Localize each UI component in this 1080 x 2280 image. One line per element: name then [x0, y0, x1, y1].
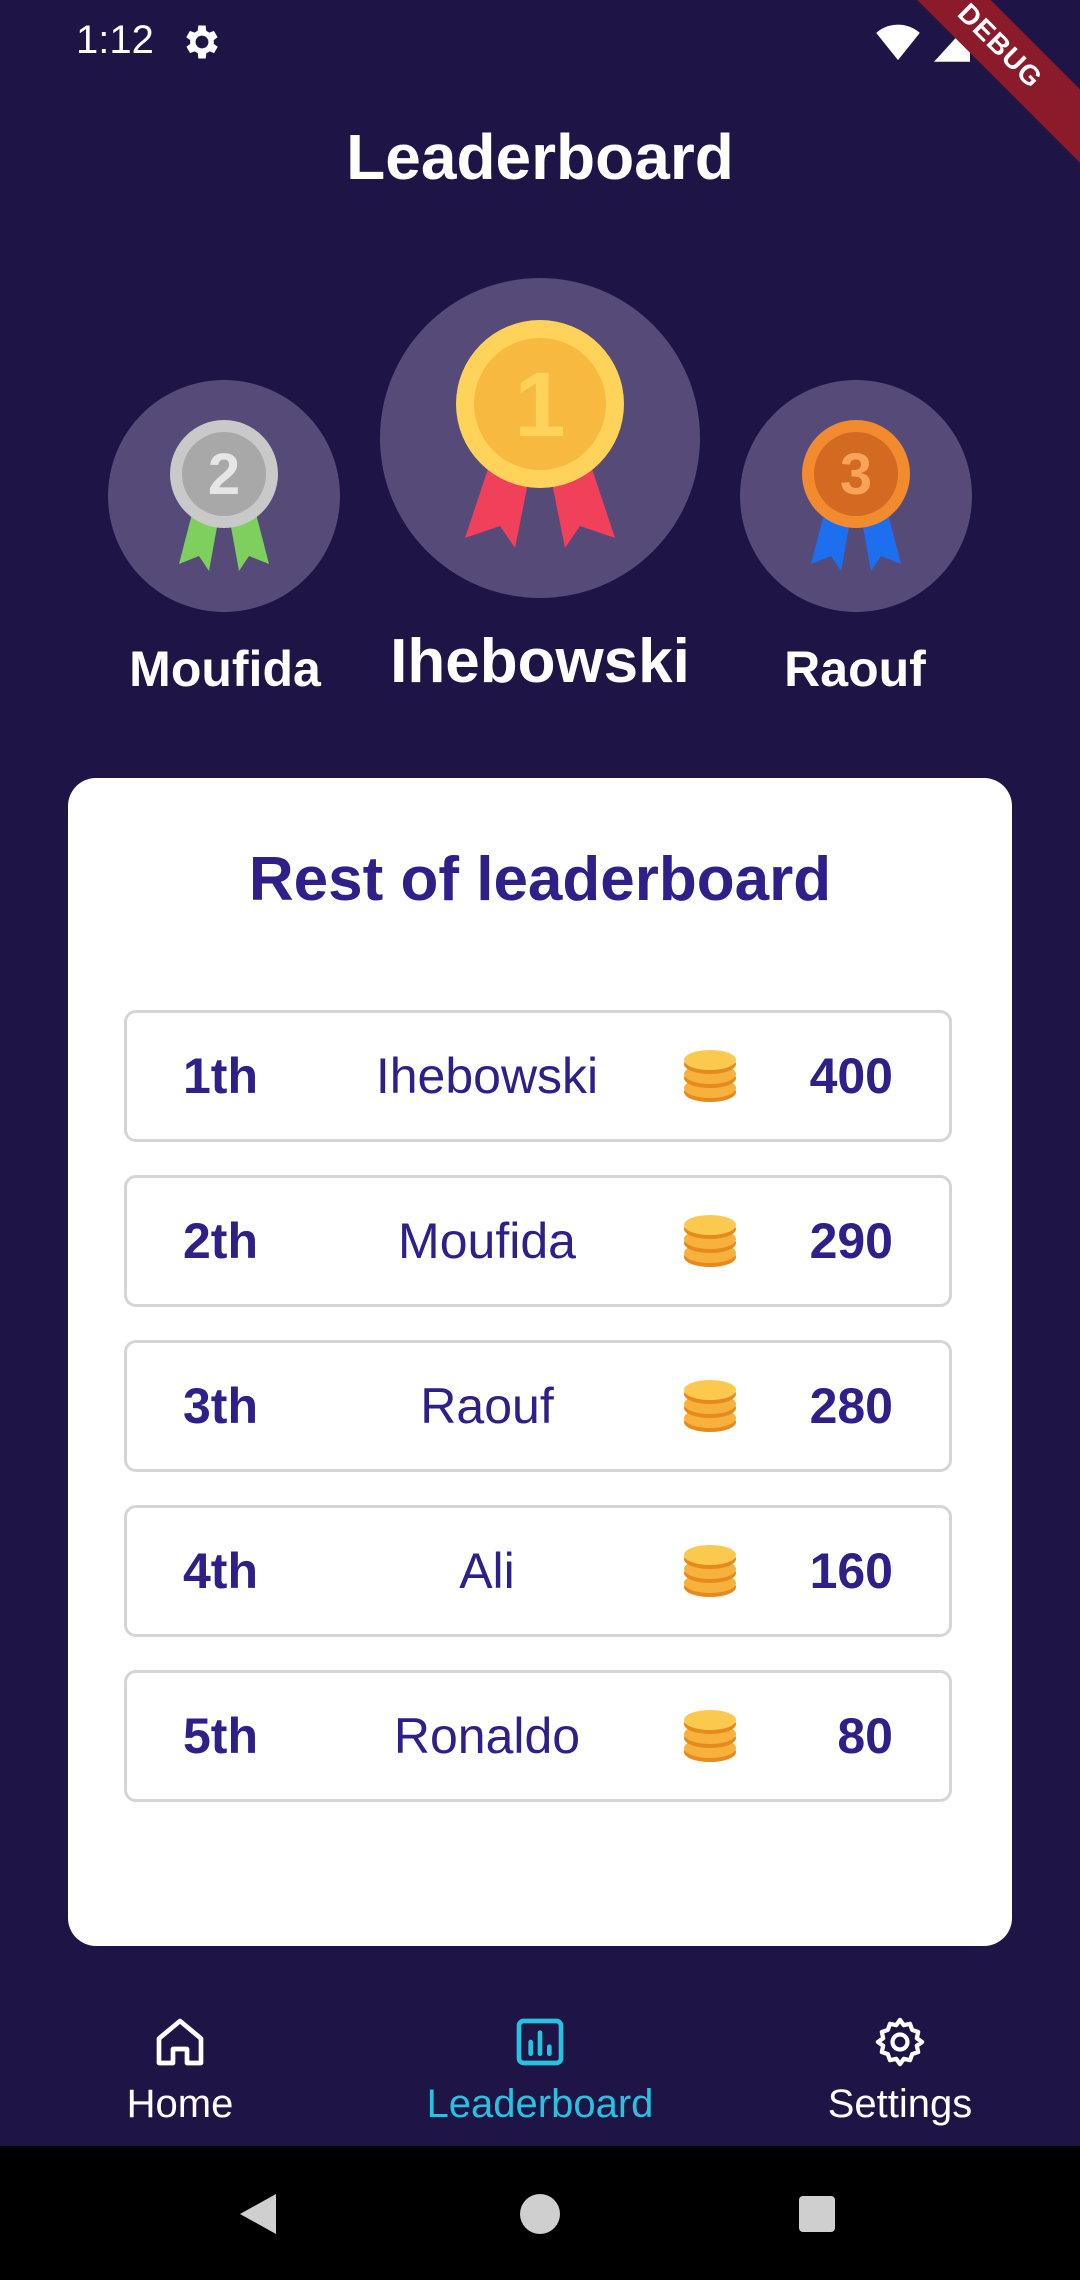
svg-text:3: 3	[840, 442, 872, 507]
status-bar: 1:12 DEBUG	[0, 0, 1080, 171]
leaderboard-row[interactable]: 5th Ronaldo 80	[124, 1670, 952, 1802]
leaderboard-icon	[516, 2018, 564, 2066]
rest-leaderboard-card: Rest of leaderboard 1th Ihebowski 400 2t…	[68, 778, 1012, 1946]
row-score: 400	[809, 1048, 893, 1104]
row-score: 80	[837, 1708, 893, 1764]
coins-icon	[684, 1050, 736, 1102]
row-name: Ronaldo	[393, 1708, 581, 1764]
page-title: Leaderboard	[346, 121, 734, 193]
back-icon[interactable]	[236, 2190, 280, 2238]
row-score: 280	[809, 1378, 893, 1434]
row-rank: 3th	[183, 1378, 258, 1434]
recents-icon[interactable]	[797, 2194, 837, 2234]
coins-icon	[684, 1215, 736, 1267]
podium-first-name: Ihebowski	[390, 627, 690, 696]
row-rank: 4th	[183, 1543, 258, 1599]
row-rank: 1th	[183, 1048, 258, 1104]
row-name: Moufida	[398, 1213, 576, 1269]
settings-icon	[875, 2017, 925, 2067]
home-icon	[156, 2018, 204, 2066]
rest-leaderboard-title: Rest of leaderboard	[248, 845, 832, 914]
nav-item-settings[interactable]: Settings	[750, 1976, 1050, 2146]
coins-icon	[684, 1710, 736, 1762]
nav-label-leaderboard: Leaderboard	[426, 2082, 654, 2126]
bottom-nav: Home Leaderboard Settings	[0, 1976, 1080, 2146]
coins-icon	[684, 1545, 736, 1597]
podium-second-name: Moufida	[129, 641, 321, 697]
gold-medal-icon: 1	[456, 320, 624, 548]
gear-icon	[186, 25, 218, 59]
status-time: 1:12	[76, 18, 154, 62]
nav-item-leaderboard[interactable]: Leaderboard	[390, 1976, 690, 2146]
bronze-medal-icon: 3	[802, 420, 910, 571]
system-nav-bar	[0, 2146, 1080, 2280]
row-score: 160	[809, 1543, 893, 1599]
row-name: Ihebowski	[375, 1048, 599, 1104]
row-name: Ali	[459, 1543, 515, 1599]
podium-first-circle: 1	[380, 278, 700, 598]
coins-icon	[684, 1380, 736, 1432]
row-name: Raouf	[420, 1378, 554, 1434]
leaderboard-row[interactable]: 1th Ihebowski 400	[124, 1010, 952, 1142]
row-rank: 5th	[183, 1708, 258, 1764]
leaderboard-row[interactable]: 3th Raouf 280	[124, 1340, 952, 1472]
svg-text:1: 1	[514, 354, 565, 456]
nav-label-home: Home	[126, 2082, 234, 2126]
nav-label-settings: Settings	[827, 2082, 973, 2126]
silver-medal-icon: 2	[170, 420, 278, 571]
leaderboard-row[interactable]: 4th Ali 160	[124, 1505, 952, 1637]
leaderboard-row[interactable]: 2th Moufida 290	[124, 1175, 952, 1307]
podium-second-circle: 2	[108, 380, 340, 612]
row-rank: 2th	[183, 1213, 258, 1269]
nav-item-home[interactable]: Home	[30, 1976, 330, 2146]
podium-third-name: Raouf	[784, 641, 926, 697]
podium-third-circle: 3	[740, 380, 972, 612]
wifi-icon	[876, 24, 920, 61]
svg-text:2: 2	[208, 442, 240, 507]
row-score: 290	[809, 1213, 893, 1269]
home-button-icon[interactable]	[518, 2192, 562, 2236]
